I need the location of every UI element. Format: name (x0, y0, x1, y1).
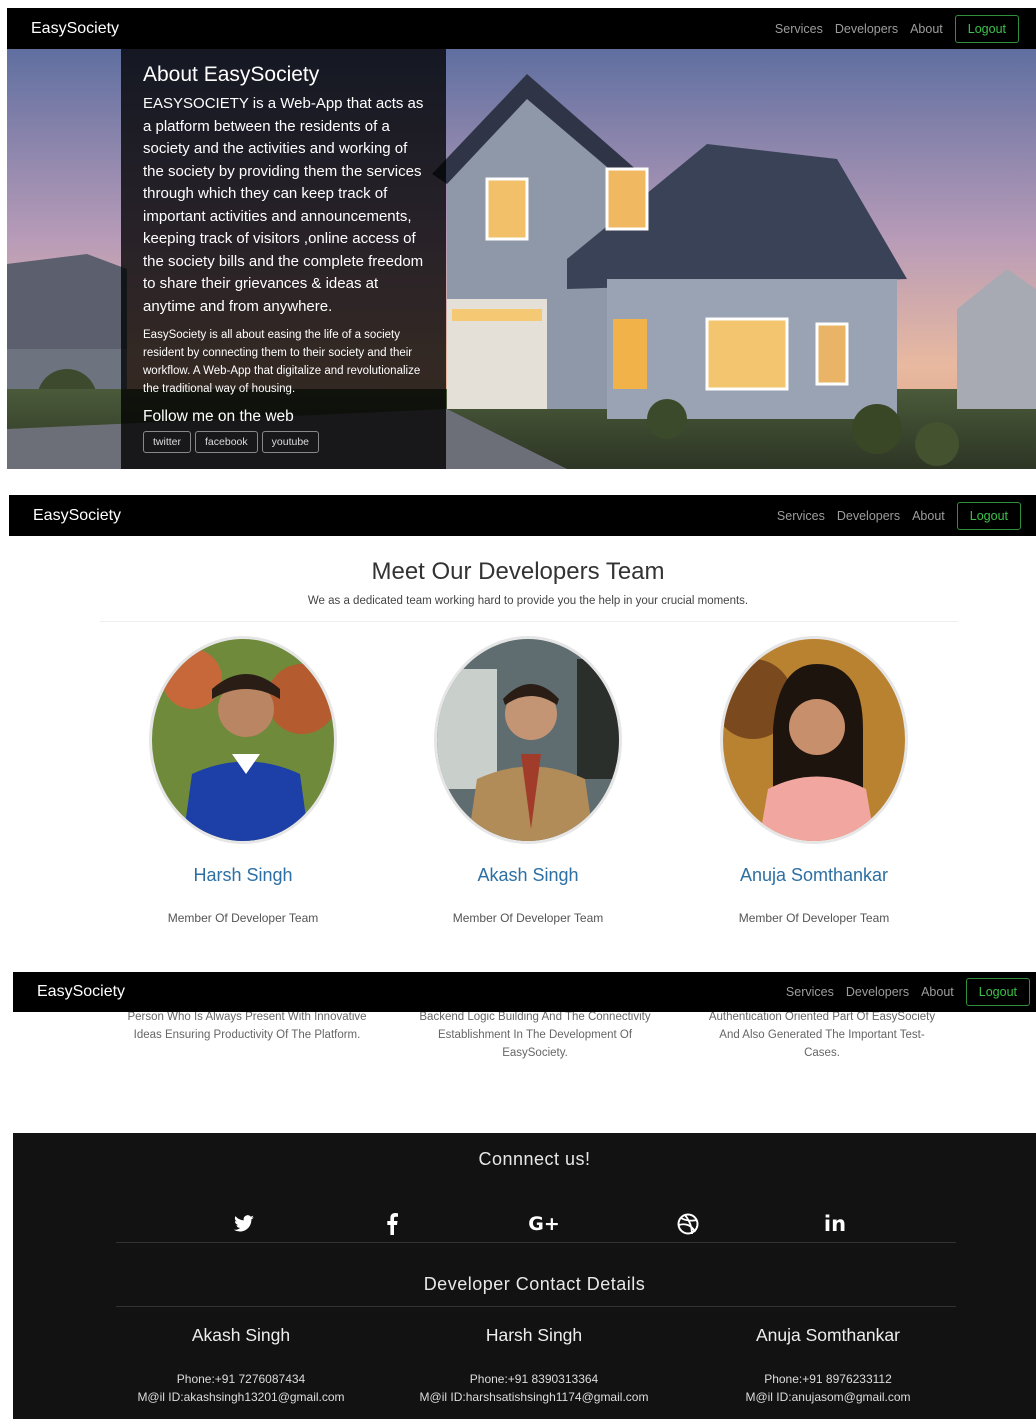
avatar (149, 636, 337, 844)
about-lead-text: EASYSOCIETY is a Web-App that acts as a … (143, 95, 424, 315)
nav-services[interactable]: Services (786, 985, 834, 999)
google-plus-icon[interactable]: G+ (524, 1211, 564, 1237)
contact-card: Akash Singh Phone:+91 7276087434 M@il ID… (96, 1325, 386, 1406)
contact-phone: Phone:+91 8976233112 (764, 1372, 892, 1386)
contact-phone: Phone:+91 7276087434 (176, 1372, 306, 1386)
navbar-second: EasySociety Services Developers About Lo… (9, 495, 1036, 536)
developer-card: Harsh Singh Member Of Developer Team (148, 636, 338, 925)
social-icons-row: G+ in (231, 1211, 851, 1236)
developer-name: Harsh Singh (193, 865, 293, 885)
nav-developers[interactable]: Developers (835, 22, 898, 36)
about-panel: About EasySociety EASYSOCIETY is a Web-A… (121, 49, 446, 469)
connect-title: Connnect us! (478, 1149, 591, 1169)
nav-services[interactable]: Services (777, 509, 825, 523)
twitter-link-button[interactable]: twitter (143, 431, 192, 453)
nav-about[interactable]: About (910, 22, 943, 36)
developer-description: Backend Logic Building And The Connectiv… (419, 1011, 651, 1059)
logout-button[interactable]: Logout (956, 501, 1021, 530)
linkedin-icon[interactable]: in (822, 1211, 848, 1237)
facebook-icon[interactable] (379, 1211, 405, 1237)
contact-email[interactable]: M@il ID:akashsingh13201@gmail.com (96, 1388, 386, 1406)
divider (100, 621, 958, 622)
developer-name: Akash Singh (477, 865, 579, 885)
brand-logo[interactable]: EasySociety (33, 507, 121, 525)
navbar-top: EasySociety Services Developers About Lo… (7, 8, 1036, 49)
follow-heading: Follow me on the web (143, 408, 294, 425)
contact-name: Harsh Singh (485, 1325, 583, 1345)
logout-button[interactable]: Logout (965, 978, 1030, 1006)
about-small-text: EasySociety is all about easing the life… (143, 329, 421, 395)
developer-name: Anuja Somthankar (739, 865, 889, 885)
avatar (434, 636, 622, 844)
nav-developers[interactable]: Developers (846, 985, 909, 999)
developer-description: Authentication Oriented Part Of EasySoci… (708, 1011, 936, 1059)
nav-about[interactable]: About (912, 509, 945, 523)
hero-banner: About EasySociety EASYSOCIETY is a Web-A… (7, 49, 1036, 469)
facebook-link-button[interactable]: facebook (195, 431, 258, 453)
twitter-icon[interactable] (231, 1211, 257, 1237)
navbar-third: EasySociety Services Developers About Lo… (13, 972, 1036, 1012)
social-links: twitter facebook youtube (143, 431, 424, 453)
developer-description: Person Who Is Always Present With Innova… (127, 1011, 367, 1041)
nav-about[interactable]: About (921, 985, 954, 999)
developer-card: Akash Singh Member Of Developer Team (433, 636, 623, 925)
developer-role: Member Of Developer Team (167, 911, 319, 925)
nav-developers[interactable]: Developers (837, 509, 900, 523)
contact-name: Akash Singh (191, 1325, 291, 1345)
developer-card: Anuja Somthankar Member Of Developer Tea… (719, 636, 909, 925)
brand-logo[interactable]: EasySociety (31, 20, 119, 38)
contact-phone: Phone:+91 8390313364 (469, 1372, 599, 1386)
nav-services[interactable]: Services (775, 22, 823, 36)
contact-name: Anuja Somthankar (756, 1325, 900, 1345)
logout-button[interactable]: Logout (954, 14, 1019, 43)
divider (116, 1306, 956, 1307)
contact-details-title: Developer Contact Details (423, 1274, 646, 1294)
contact-card: Anuja Somthankar Phone:+91 8976233112 M@… (683, 1325, 973, 1406)
divider (116, 1242, 956, 1243)
developer-role: Member Of Developer Team (738, 911, 890, 925)
brand-logo[interactable]: EasySociety (37, 983, 125, 1001)
contact-card: Harsh Singh Phone:+91 8390313364 M@il ID… (389, 1325, 679, 1406)
developers-title: Meet Our Developers Team (371, 558, 665, 585)
youtube-link-button[interactable]: youtube (261, 431, 320, 453)
dribbble-icon[interactable] (675, 1211, 701, 1237)
footer: Connnect us! G+ in Developer Contact Det… (13, 1133, 1036, 1419)
contact-email[interactable]: M@il ID:harshsatishsingh1174@gmail.com (389, 1388, 679, 1406)
about-title: About EasySociety (143, 63, 320, 86)
avatar (720, 636, 908, 844)
contact-email[interactable]: M@il ID:anujasom@gmail.com (683, 1388, 973, 1406)
developer-role: Member Of Developer Team (452, 911, 604, 925)
developers-subtitle: We as a dedicated team working hard to p… (307, 595, 749, 607)
